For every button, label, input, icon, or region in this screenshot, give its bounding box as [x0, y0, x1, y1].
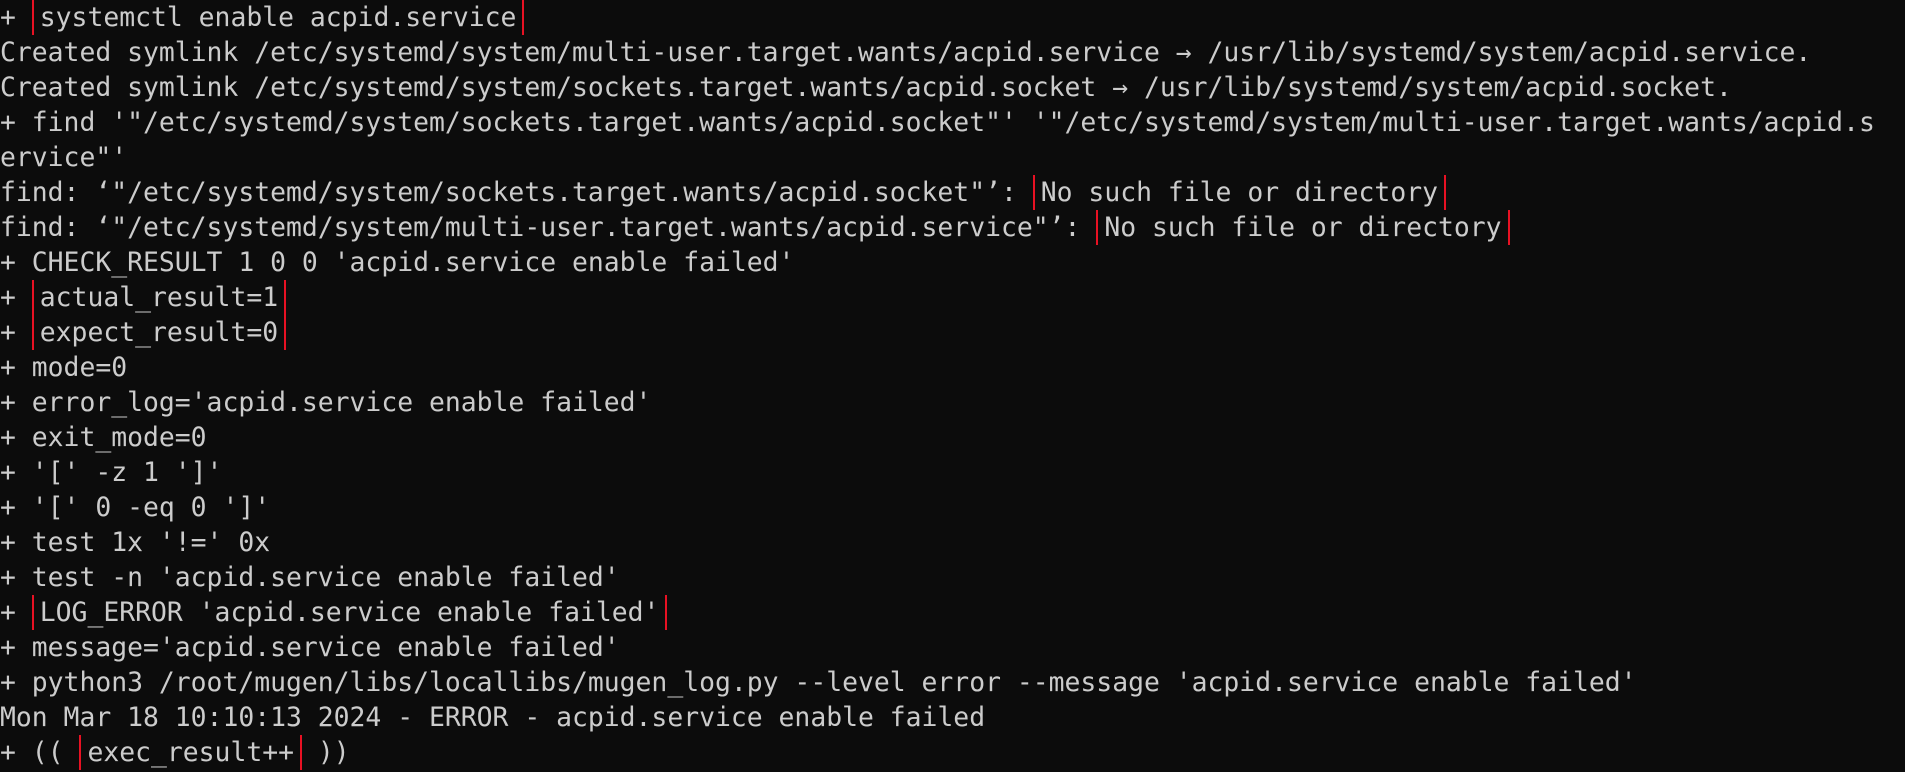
highlighted-text: expect_result=0	[31, 315, 287, 350]
terminal-text: + exit_mode=0	[0, 422, 207, 453]
terminal-text: ))	[302, 737, 350, 768]
terminal-line: Created symlink /etc/systemd/system/sock…	[0, 70, 1905, 105]
terminal-text: +	[0, 317, 32, 348]
highlighted-text: actual_result=1	[31, 280, 287, 315]
terminal-text: + find '"/etc/systemd/system/sockets.tar…	[0, 107, 1875, 138]
highlighted-text: systemctl enable acpid.service	[31, 0, 525, 35]
terminal-text: ervice"'	[0, 142, 128, 173]
highlighted-text: exec_result++	[79, 735, 303, 770]
terminal-line: + LOG_ERROR 'acpid.service enable failed…	[0, 595, 1905, 630]
terminal-text: Created symlink /etc/systemd/system/mult…	[0, 37, 1812, 68]
terminal-line: + find '"/etc/systemd/system/sockets.tar…	[0, 105, 1905, 140]
terminal-text: +	[0, 282, 32, 313]
terminal-text: find: ‘"/etc/systemd/system/sockets.targ…	[0, 177, 1033, 208]
terminal-text: + ((	[0, 737, 80, 768]
terminal-text: Created symlink /etc/systemd/system/sock…	[0, 72, 1732, 103]
terminal-text: +	[0, 2, 32, 33]
terminal-line: Mon Mar 18 10:10:13 2024 - ERROR - acpid…	[0, 700, 1905, 735]
terminal-text: find: ‘"/etc/systemd/system/multi-user.t…	[0, 212, 1097, 243]
terminal-text: + python3 /root/mugen/libs/locallibs/mug…	[0, 667, 1637, 698]
terminal-line: + CHECK_RESULT 1 0 0 'acpid.service enab…	[0, 245, 1905, 280]
terminal-line: + message='acpid.service enable failed'	[0, 630, 1905, 665]
highlighted-text: No such file or directory	[1032, 175, 1446, 210]
terminal-line: + expect_result=0	[0, 315, 1905, 350]
terminal-line: + systemctl enable acpid.service	[0, 0, 1905, 35]
terminal-line: + '[' -z 1 ']'	[0, 455, 1905, 490]
terminal-line: + mode=0	[0, 350, 1905, 385]
highlighted-text: No such file or directory	[1096, 210, 1510, 245]
terminal-line: + error_log='acpid.service enable failed…	[0, 385, 1905, 420]
terminal-output[interactable]: + systemctl enable acpid.service Created …	[0, 0, 1905, 772]
terminal-line: find: ‘"/etc/systemd/system/multi-user.t…	[0, 210, 1905, 245]
terminal-line: + '[' 0 -eq 0 ']'	[0, 490, 1905, 525]
terminal-line: Created symlink /etc/systemd/system/mult…	[0, 35, 1905, 70]
terminal-text: +	[0, 597, 32, 628]
terminal-line: ervice"'	[0, 140, 1905, 175]
terminal-text: + message='acpid.service enable failed'	[0, 632, 620, 663]
terminal-text: + mode=0	[0, 352, 128, 383]
terminal-text: + '[' -z 1 ']'	[0, 457, 223, 488]
terminal-text: + test -n 'acpid.service enable failed'	[0, 562, 620, 593]
terminal-line: + exit_mode=0	[0, 420, 1905, 455]
terminal-line: + test -n 'acpid.service enable failed'	[0, 560, 1905, 595]
terminal-text: Mon Mar 18 10:10:13 2024 - ERROR - acpid…	[0, 702, 986, 733]
terminal-line: + actual_result=1	[0, 280, 1905, 315]
terminal-line: + (( exec_result++ ))	[0, 735, 1905, 770]
terminal-text: + CHECK_RESULT 1 0 0 'acpid.service enab…	[0, 247, 795, 278]
terminal-text: + '[' 0 -eq 0 ']'	[0, 492, 271, 523]
terminal-text: + error_log='acpid.service enable failed…	[0, 387, 652, 418]
terminal-line: find: ‘"/etc/systemd/system/sockets.targ…	[0, 175, 1905, 210]
terminal-text: + test 1x '!=' 0x	[0, 527, 271, 558]
terminal-line: + test 1x '!=' 0x	[0, 525, 1905, 560]
highlighted-text: LOG_ERROR 'acpid.service enable failed'	[31, 595, 668, 630]
terminal-line: + python3 /root/mugen/libs/locallibs/mug…	[0, 665, 1905, 700]
